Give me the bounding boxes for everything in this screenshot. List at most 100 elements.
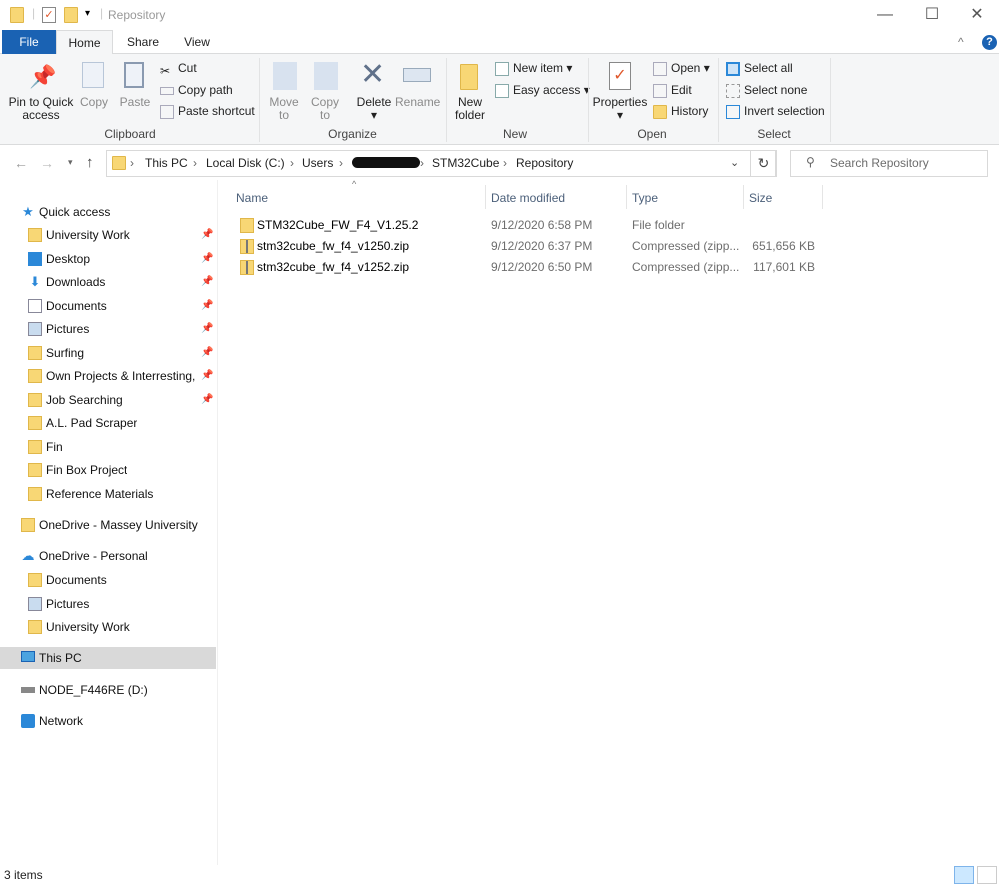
column-divider[interactable] <box>743 185 744 209</box>
file-row[interactable]: stm32cube_fw_f4_v1250.zip 9/12/2020 6:37 … <box>232 236 832 257</box>
details-view-button[interactable] <box>954 866 974 884</box>
paste-button[interactable]: Paste <box>118 96 152 109</box>
back-button[interactable]: ← <box>14 155 28 171</box>
column-header-size[interactable]: Size <box>749 188 772 208</box>
breadcrumb-repository[interactable]: Repository <box>516 156 573 170</box>
sidebar-item-onedrive-personal[interactable]: ☁ OneDrive - Personal <box>0 545 216 567</box>
sidebar-item-this-pc[interactable]: This PC <box>0 647 216 669</box>
column-header-name[interactable]: Name <box>236 188 268 208</box>
address-dropdown-button[interactable]: ⌄ <box>730 156 739 169</box>
breadcrumb-stm32cube[interactable]: STM32Cube <box>432 156 499 170</box>
chevron-right-icon: › <box>290 156 294 170</box>
sidebar-item-drive[interactable]: NODE_F446RE (D:) <box>0 679 216 701</box>
sidebar-item-onedrive[interactable]: Pictures <box>0 593 216 615</box>
copy-to-label: Copy to <box>310 95 339 122</box>
cut-button[interactable]: ✂ Cut <box>160 59 197 78</box>
redacted-username <box>352 157 420 168</box>
sidebar-item-label: Quick access <box>39 205 111 219</box>
column-divider[interactable] <box>485 185 486 209</box>
column-divider[interactable] <box>822 185 823 209</box>
sidebar-item-quick[interactable]: Documents 📌 <box>0 295 216 317</box>
pin-icon: 📌 <box>29 64 57 89</box>
sidebar-item-quick[interactable]: Fin <box>0 436 216 458</box>
breadcrumb-users[interactable]: Users <box>302 156 333 170</box>
navigation-pane: ★ Quick access University Work 📌 Desktop 📌 ⬇ Do… <box>0 180 218 865</box>
up-button[interactable]: ↑ <box>86 154 94 171</box>
recent-locations-button[interactable]: ▾ <box>68 157 73 168</box>
new-folder-button[interactable]: New folder <box>452 96 488 122</box>
sidebar-item-network[interactable]: Network <box>0 710 216 732</box>
pin-icon[interactable]: 📌 <box>201 295 213 317</box>
select-all-button[interactable]: Select all <box>726 59 793 77</box>
copy-path-label: Copy path <box>178 83 233 97</box>
search-input[interactable]: Search Repository <box>830 156 929 170</box>
copy-path-button[interactable]: Copy path <box>160 81 233 99</box>
large-icons-view-button[interactable] <box>977 866 997 884</box>
sidebar-item-quick[interactable]: Surfing 📌 <box>0 342 216 364</box>
forward-button[interactable]: → <box>40 155 54 171</box>
sidebar-item-quick[interactable]: Desktop 📌 <box>0 248 216 270</box>
sidebar-item-quick[interactable]: University Work 📌 <box>0 224 216 246</box>
file-row[interactable]: stm32cube_fw_f4_v1252.zip 9/12/2020 6:50 … <box>232 257 832 278</box>
pin-icon[interactable]: 📌 <box>201 248 213 270</box>
delete-button[interactable]: Delete ▾ <box>354 96 394 122</box>
scissors-icon: ✂ <box>160 63 171 78</box>
chevron-right-icon: › <box>130 156 134 170</box>
invert-selection-button[interactable]: Invert selection <box>726 102 825 120</box>
edit-button[interactable]: Edit <box>653 81 692 99</box>
tab-view[interactable]: View <box>174 30 220 54</box>
tab-file[interactable]: File <box>2 30 56 54</box>
sidebar-item-label: A.L. Pad Scraper <box>46 416 138 430</box>
pin-icon[interactable]: 📌 <box>201 224 213 246</box>
pictures-icon <box>28 322 42 336</box>
pin-icon[interactable]: 📌 <box>201 389 213 411</box>
column-header-date-modified[interactable]: Date modified <box>491 188 565 208</box>
refresh-button[interactable]: ↻ <box>750 150 777 177</box>
column-divider[interactable] <box>626 185 627 209</box>
collapse-ribbon-icon[interactable]: ^ <box>958 35 964 49</box>
breadcrumb-local-disk[interactable]: Local Disk (C:) <box>206 156 285 170</box>
history-button[interactable]: History <box>653 102 708 120</box>
tab-home[interactable]: Home <box>56 30 113 55</box>
help-icon[interactable]: ? <box>982 35 997 50</box>
sidebar-item-quick[interactable]: Reference Materials <box>0 483 216 505</box>
pin-to-quick-access-button[interactable]: Pin to Quick access <box>6 96 76 122</box>
open-button[interactable]: Open ▾ <box>653 59 710 77</box>
select-none-button[interactable]: Select none <box>726 81 807 99</box>
sidebar-item-label: Documents <box>46 573 107 587</box>
move-to-button[interactable]: Move to <box>266 96 302 122</box>
sidebar-item-onedrive[interactable]: University Work <box>0 616 216 638</box>
tab-share[interactable]: Share <box>118 30 168 54</box>
folder-icon <box>28 440 42 454</box>
breadcrumb-this-pc[interactable]: This PC <box>145 156 188 170</box>
sidebar-item-onedrive[interactable]: Documents <box>0 569 216 591</box>
properties-button[interactable]: Properties ▾ <box>592 96 648 122</box>
sidebar-item-quick[interactable]: Fin Box Project <box>0 459 216 481</box>
new-folder-quick-icon[interactable] <box>64 7 78 23</box>
minimize-button[interactable]: — <box>870 5 900 25</box>
easy-access-button[interactable]: Easy access ▾ <box>495 81 590 99</box>
maximize-button[interactable]: ☐ <box>917 5 947 25</box>
sidebar-item-quick[interactable]: Own Projects & Interresting, 📌 <box>0 365 216 387</box>
sidebar-item-quick[interactable]: Job Searching 📌 <box>0 389 216 411</box>
sidebar-item-onedrive-massey[interactable]: OneDrive - Massey University <box>0 514 216 536</box>
close-button[interactable]: ✕ <box>962 5 992 25</box>
sidebar-item-quick[interactable]: ⬇ Downloads 📌 <box>0 271 216 293</box>
copy-to-button[interactable]: Copy to <box>307 96 343 122</box>
pin-icon[interactable]: 📌 <box>201 271 213 293</box>
properties-quick-icon[interactable]: ✓ <box>42 7 56 23</box>
pin-icon[interactable]: 📌 <box>201 365 213 387</box>
new-item-button[interactable]: New item ▾ <box>495 59 572 77</box>
paste-shortcut-button[interactable]: Paste shortcut <box>160 102 255 120</box>
column-header-type[interactable]: Type <box>632 188 658 208</box>
customize-toolbar-icon[interactable]: ▾ <box>85 8 90 19</box>
sidebar-item-quick[interactable]: Pictures 📌 <box>0 318 216 340</box>
documents-icon <box>28 299 42 313</box>
sidebar-item-quick-access[interactable]: ★ Quick access <box>0 201 216 223</box>
file-row[interactable]: STM32Cube_FW_F4_V1.25.2 9/12/2020 6:58 PM… <box>232 215 832 236</box>
copy-button[interactable]: Copy <box>78 96 110 109</box>
pin-icon[interactable]: 📌 <box>201 342 213 364</box>
sidebar-item-quick[interactable]: A.L. Pad Scraper <box>0 412 216 434</box>
pin-icon[interactable]: 📌 <box>201 318 213 340</box>
rename-button[interactable]: Rename <box>395 96 440 109</box>
